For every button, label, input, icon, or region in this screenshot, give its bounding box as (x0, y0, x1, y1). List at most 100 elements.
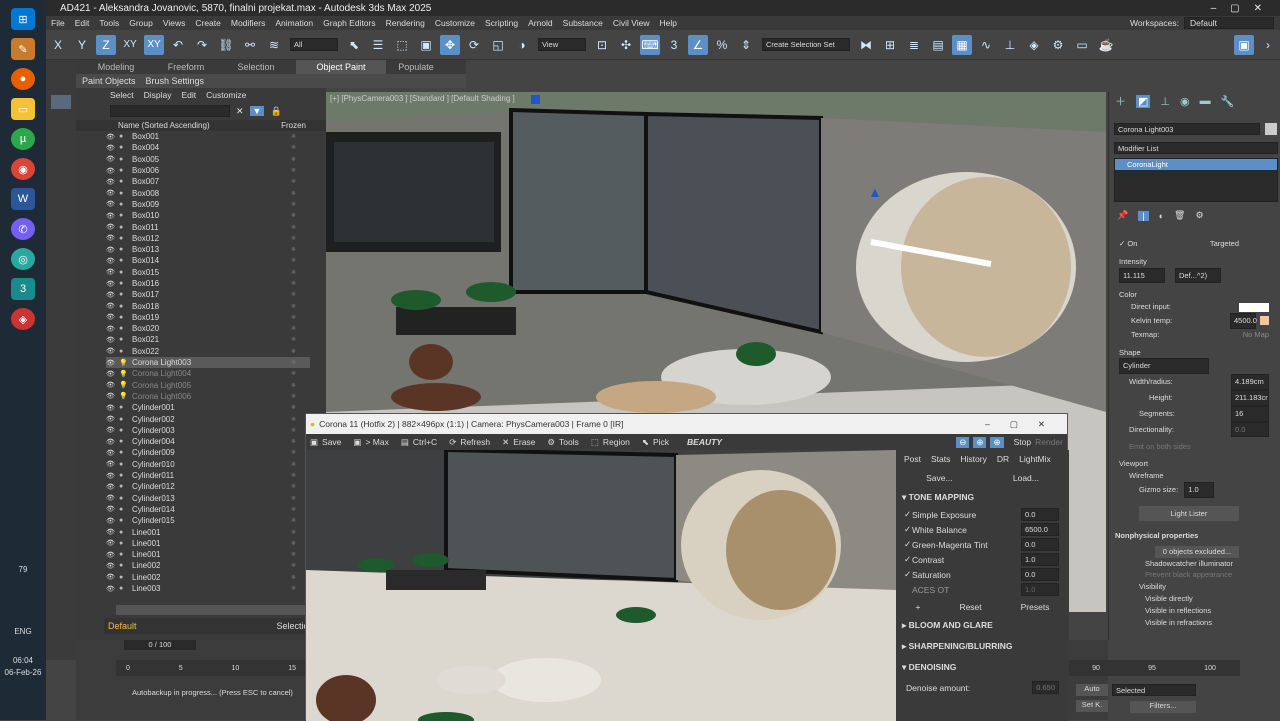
explorer-row[interactable]: 👁 ● Cylinder009 ❄ (106, 447, 310, 458)
frozen-icon[interactable]: ❄ (291, 404, 296, 411)
visibility-eye-icon[interactable]: 👁 (106, 280, 116, 288)
vfb-zoom-in-icon[interactable]: ⊕ (990, 436, 1004, 448)
menu-group[interactable]: Group (124, 18, 158, 28)
frozen-icon[interactable]: ❄ (291, 144, 296, 151)
explorer-row[interactable]: 👁 💡 Corona Light004 ❄ (106, 368, 310, 379)
filter-toggle-icon[interactable]: ▼ (249, 106, 265, 116)
light-lister-button[interactable]: Light Lister (1139, 505, 1239, 522)
frozen-icon[interactable]: ❄ (291, 416, 296, 423)
visibility-eye-icon[interactable]: 👁 (106, 133, 116, 141)
vfb-render-button[interactable]: Render (1035, 437, 1067, 447)
language-indicator[interactable]: ENG (0, 627, 46, 636)
key-filter-dropdown[interactable]: Selected (1112, 684, 1196, 696)
frozen-icon[interactable]: ❄ (291, 506, 296, 513)
bloom-glare-header[interactable]: ▸ BLOOM AND GLARE (896, 615, 1069, 636)
curve-editor-icon[interactable]: ∿ (976, 35, 996, 55)
tone-param-field[interactable]: 1.0 (1021, 553, 1059, 566)
set-key-button[interactable]: Set K. (1076, 700, 1108, 712)
app-icon[interactable]: ◈ (11, 308, 35, 330)
menu-arnold[interactable]: Arnold (523, 18, 558, 28)
visibility-eye-icon[interactable]: 👁 (106, 325, 116, 333)
explorer-row[interactable]: 👁 ● Box004 ❄ (106, 142, 310, 153)
tone-param-field[interactable]: 0.0 (1021, 508, 1059, 521)
vfb-tab-stats[interactable]: Stats (931, 454, 950, 464)
vfb-tab-lightmix[interactable]: LightMix (1019, 454, 1051, 464)
explorer-row[interactable]: 👁 ● Cylinder015 ❄ (106, 515, 310, 526)
visibility-eye-icon[interactable]: 👁 (106, 246, 116, 254)
explorer-row[interactable]: 👁 💡 Corona Light006 ❄ (106, 391, 310, 402)
on-checkbox[interactable]: ✓ (1119, 238, 1127, 250)
prevent-black-checkbox[interactable]: Prevent black appearance (1115, 569, 1275, 581)
visible-directly-checkbox[interactable]: Visible directly (1115, 593, 1275, 605)
menu-animation[interactable]: Animation (270, 18, 318, 28)
schematic-view-icon[interactable]: ⊥ (1000, 35, 1020, 55)
tone-param-checkbox[interactable]: ✓ (904, 524, 912, 535)
explorer-menu-edit[interactable]: Edit (182, 90, 197, 100)
expand-icon[interactable]: › (1258, 35, 1278, 55)
explorer-row[interactable]: 👁 ● Cylinder013 ❄ (106, 493, 310, 504)
word-icon[interactable]: W (11, 188, 35, 210)
explorer-row[interactable]: 👁 ● Line001 ❄ (106, 538, 310, 549)
frozen-icon[interactable]: ❄ (291, 359, 296, 366)
tone-param-field[interactable]: 0.0 (1021, 568, 1059, 581)
frozen-icon[interactable]: ❄ (291, 438, 296, 445)
visibility-eye-icon[interactable]: 👁 (106, 539, 116, 547)
frozen-icon[interactable]: ❄ (291, 427, 296, 434)
explorer-row[interactable]: 👁 ● Box009 ❄ (106, 199, 310, 210)
width-field[interactable]: 4.189cm (1231, 374, 1269, 390)
panel-toggle-icon[interactable]: ▣ (1234, 34, 1254, 55)
select-move-icon[interactable]: ✥ (440, 34, 460, 55)
intensity-unit-dropdown[interactable]: Def...^2) (1175, 267, 1221, 284)
ribbon-tab-selection[interactable]: Selection (216, 62, 296, 72)
column-header-name[interactable]: Name (Sorted Ascending) (118, 121, 210, 130)
tone-param-field[interactable]: 1.0 (1021, 583, 1059, 596)
ribbon-paint-objects[interactable]: Paint Objects (76, 76, 142, 86)
select-rotate-icon[interactable]: ⟳ (464, 35, 484, 55)
frozen-icon[interactable]: ❄ (291, 156, 296, 163)
move-gizmo-icon[interactable]: ▲ (868, 184, 882, 200)
frozen-icon[interactable]: ❄ (291, 178, 296, 185)
visibility-eye-icon[interactable]: 👁 (106, 257, 116, 265)
targeted-checkbox[interactable]: Targeted (1210, 238, 1239, 250)
explorer-row[interactable]: 👁 ● Box020 ❄ (106, 323, 310, 334)
frozen-icon[interactable]: ❄ (291, 393, 296, 400)
ribbon-tab-populate[interactable]: Populate (386, 62, 446, 72)
explorer-row[interactable]: 👁 ● Box014 ❄ (106, 255, 310, 266)
explorer-row[interactable]: 👁 ● Box017 ❄ (106, 289, 310, 300)
explorer-menu-customize[interactable]: Customize (206, 90, 246, 100)
bind-spacewarp-icon[interactable]: ≋ (264, 35, 284, 55)
lock-icon[interactable]: 🔒 (270, 106, 281, 117)
vfb-tools-button[interactable]: Tools (559, 437, 579, 447)
clock-date[interactable]: 06-Feb-26 (0, 668, 46, 677)
frozen-icon[interactable]: ❄ (291, 483, 296, 490)
frozen-icon[interactable]: ❄ (291, 370, 296, 377)
frozen-icon[interactable]: ❄ (291, 461, 296, 468)
explorer-row[interactable]: 👁 ● Line003 ❄ (106, 583, 310, 594)
tone-param-field[interactable]: 6500.0 (1021, 523, 1059, 536)
window-crossing-icon[interactable]: ▣ (416, 35, 436, 55)
menu-civil-view[interactable]: Civil View (608, 18, 655, 28)
visibility-eye-icon[interactable]: 👁 (106, 302, 116, 310)
tone-param-field[interactable]: 0.0 (1021, 538, 1059, 551)
select-by-name-icon[interactable]: ☰ (368, 35, 388, 55)
menu-create[interactable]: Create (190, 18, 226, 28)
vfb-tab-post[interactable]: Post (904, 454, 921, 464)
clear-search-icon[interactable]: ✕ (236, 106, 244, 117)
explorer-row[interactable]: 👁 ● Cylinder004 ❄ (106, 436, 310, 447)
explorer-row[interactable]: 👁 ● Cylinder012 ❄ (106, 481, 310, 492)
visibility-eye-icon[interactable]: 👁 (106, 223, 116, 231)
tone-param-checkbox[interactable]: ✓ (904, 509, 912, 520)
create-tab-icon[interactable]: ＋ (1115, 93, 1126, 109)
vfb-load-button[interactable]: Load... (1013, 473, 1039, 483)
chrome-icon[interactable]: ◉ (11, 158, 35, 180)
explorer-row[interactable]: 👁 ● Box005 ❄ (106, 154, 310, 165)
ribbon-tab-object-paint[interactable]: Object Paint (296, 60, 386, 74)
vfb-load-save-button[interactable]: Save... (926, 473, 952, 483)
denoising-header[interactable]: ▾ DENOISING (896, 657, 1069, 678)
layer-explorer-icon[interactable]: ▤ (928, 35, 948, 55)
frozen-icon[interactable]: ❄ (291, 348, 296, 355)
vfb-copy-button[interactable]: Ctrl+C (413, 437, 437, 447)
select-scale-icon[interactable]: ◱ (488, 35, 508, 55)
add-operator-button[interactable]: + (915, 602, 920, 612)
visibility-eye-icon[interactable]: 👁 (106, 178, 116, 186)
